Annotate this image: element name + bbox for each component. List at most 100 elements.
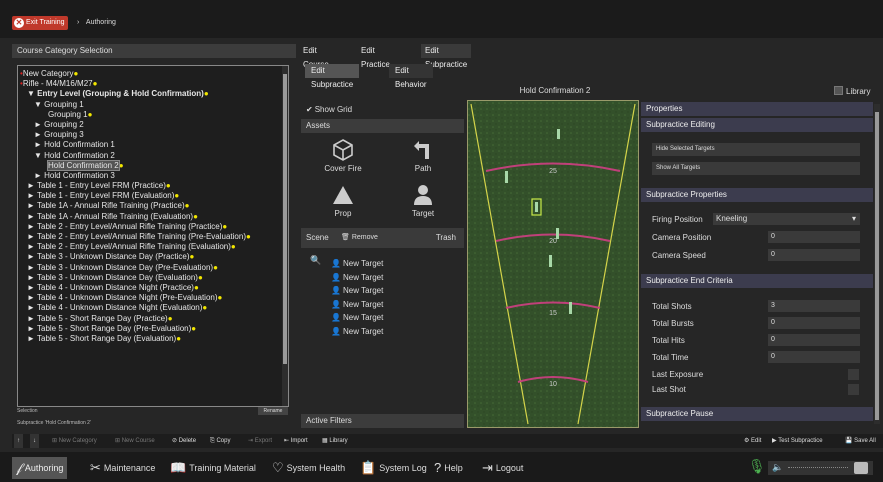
total-hits-input[interactable]: 0 [768,334,860,346]
scene-item[interactable]: 👤 New Target [331,325,383,339]
microphone-icon[interactable]: 🎙 [748,458,766,475]
nav-system-health[interactable]: ♡ System Health [268,457,349,479]
tree-item[interactable]: ► Table 1A - Annual Rifle Training (Prac… [20,201,288,211]
tree-item[interactable]: ► Table 4 - Unknown Distance Night (Prac… [20,283,288,293]
trash-label[interactable]: Trash [436,228,456,248]
target-marker[interactable] [557,129,560,139]
move-down-icon[interactable]: ↓ [30,434,39,448]
scene-item[interactable]: 👤 New Target [331,271,383,285]
import-button[interactable]: ⇤ Import [284,434,308,448]
tree-item[interactable]: ► Table 4 - Unknown Distance Night (Eval… [20,303,288,313]
test-subpractice-button[interactable]: ▶ Test Subpractice [772,434,823,448]
remove-button[interactable]: 🗑 Remove [338,232,381,244]
asset-cover-fire[interactable]: Cover Fire [318,138,368,173]
course-tree[interactable]: •New Category● •Rifle - M4/M16/M27● ▼ Entr… [17,65,289,407]
library-toggle[interactable]: Library [834,86,870,96]
scene-item[interactable]: 👤 New Target [331,257,383,271]
library-checkbox[interactable] [834,86,843,95]
tab-edit-course[interactable]: Edit Course [299,44,333,69]
tree-item[interactable]: Grouping 1● [20,110,288,120]
save-all-button[interactable]: 💾 Save All [845,434,876,448]
volume-knob[interactable] [854,462,868,474]
new-course-button[interactable]: ⊞ New Course [115,434,155,448]
range-map-canvas[interactable]: 25 20 15 10 [468,101,638,427]
tree-item[interactable]: ► Table 1 - Entry Level FRM (Practice)● [20,181,288,191]
tree-item[interactable]: ► Table 5 - Short Range Day (Pre-Evaluat… [20,324,288,334]
tree-item[interactable]: ► Table 3 - Unknown Distance Day (Practi… [20,252,288,262]
target-marker[interactable] [569,302,572,314]
tree-item[interactable]: ▼ Entry Level (Grouping & Hold Confirmat… [20,89,288,99]
tree-item[interactable]: ► Table 2 - Entry Level/Annual Rifle Tra… [20,232,288,242]
asset-target[interactable]: Target [398,183,448,218]
tree-item[interactable]: ► Table 2 - Entry Level/Annual Rifle Tra… [20,222,288,232]
tree-item[interactable]: ▼ Grouping 1 [20,100,288,110]
show-all-targets-button[interactable]: Show All Targets [652,162,860,175]
volume-track[interactable] [788,467,848,469]
tree-item[interactable]: ► Table 4 - Unknown Distance Night (Pre-… [20,293,288,303]
target-marker[interactable] [549,255,552,267]
export-button[interactable]: ⇥ Export [248,434,272,448]
delete-button[interactable]: ⊘ Delete [172,434,196,448]
asset-prop[interactable]: Prop [318,183,368,218]
tree-item[interactable]: ► Grouping 3 [20,130,288,140]
breadcrumb-authoring[interactable]: Authoring [86,19,116,26]
search-icon[interactable]: 🔍 [310,255,321,266]
nav-system-log[interactable]: 📋 System Log [356,457,431,479]
tree-item[interactable]: ► Table 1A - Annual Rifle Training (Eval… [20,212,288,222]
range-map[interactable]: 25 20 15 10 [467,100,639,428]
properties-scrollbar[interactable] [874,104,880,424]
tree-item[interactable]: •Rifle - M4/M16/M27● [20,79,288,89]
last-exposure-checkbox[interactable] [848,369,859,380]
move-up-icon[interactable]: ↑ [14,434,23,448]
target-marker[interactable] [556,228,559,239]
camera-position-input[interactable]: 0 [768,231,860,243]
nav-logout[interactable]: ⇥ Logout [478,457,527,479]
tree-item[interactable]: ► Table 1 - Entry Level FRM (Evaluation)… [20,191,288,201]
nav-training-material[interactable]: 📖 Training Material [166,457,260,479]
tree-item[interactable]: ► Table 5 - Short Range Day (Practice)● [20,314,288,324]
scene-item[interactable]: 👤 New Target [331,284,383,298]
exit-training-button[interactable]: ✕ Exit Training [12,16,68,30]
asset-path[interactable]: Path [398,138,448,173]
total-time-input[interactable]: 0 [768,351,860,363]
total-shots-input[interactable]: 3 [768,300,860,312]
rename-button[interactable]: Rename [258,407,288,415]
subtab-edit-subpractice[interactable]: Edit Subpractice [305,64,360,89]
camera-speed-input[interactable]: 0 [768,249,860,261]
volume-slider[interactable]: 🔈 [768,461,873,475]
hide-selected-targets-button[interactable]: Hide Selected Targets [652,143,860,156]
target-marker[interactable] [535,202,538,212]
firing-position-select[interactable]: Kneeling ▾ [713,213,860,225]
edit-button[interactable]: ⚙ Edit [744,434,761,448]
subtab-edit-behavior[interactable]: Edit Behavior [389,64,433,89]
tab-edit-practice[interactable]: Edit Practice [357,44,394,69]
tree-item[interactable]: ► Hold Confirmation 3 [20,171,288,181]
tree-item-selected[interactable]: Hold Confirmation 2● [20,159,288,171]
tree-item[interactable]: ► Table 3 - Unknown Distance Day (Evalua… [20,273,288,283]
last-shot-checkbox[interactable] [848,384,859,395]
nav-maintenance[interactable]: ✂ Maintenance [86,457,159,479]
nav-label: Training Material [189,463,256,473]
scene-item[interactable]: 👤 New Target [331,311,383,325]
tree-item[interactable]: ► Table 5 - Short Range Day (Evaluation)… [20,334,288,344]
new-category-button[interactable]: ⊞ New Category [52,434,97,448]
scene-item[interactable]: 👤 New Target [331,298,383,312]
tree-item[interactable]: ▼ Hold Confirmation 2 [20,151,288,161]
nav-help[interactable]: ? Help [430,457,467,479]
nav-authoring[interactable]: 𝒻 Authoring [12,457,68,479]
tree-scrollbar[interactable] [282,66,288,406]
properties-scrollbar-thumb[interactable] [875,112,879,420]
camera-speed-label: Camera Speed [652,251,706,260]
show-grid-toggle[interactable]: ✔ Show Grid [306,105,352,114]
tree-item[interactable]: ► Table 3 - Unknown Distance Day (Pre-Ev… [20,263,288,273]
tree-item[interactable]: ► Hold Confirmation 1 [20,140,288,150]
total-bursts-input[interactable]: 0 [768,317,860,329]
tree-item[interactable]: •New Category● [20,69,288,79]
target-marker[interactable] [505,171,508,183]
library-button[interactable]: ▦ Library [322,434,348,448]
tree-item[interactable]: ► Grouping 2 [20,120,288,130]
tab-edit-subpractice[interactable]: Edit Subpractice [421,44,472,69]
tree-item[interactable]: ► Table 2 - Entry Level/Annual Rifle Tra… [20,242,288,252]
tree-scrollbar-thumb[interactable] [283,74,287,364]
copy-button[interactable]: ⎘ Copy [210,434,230,448]
